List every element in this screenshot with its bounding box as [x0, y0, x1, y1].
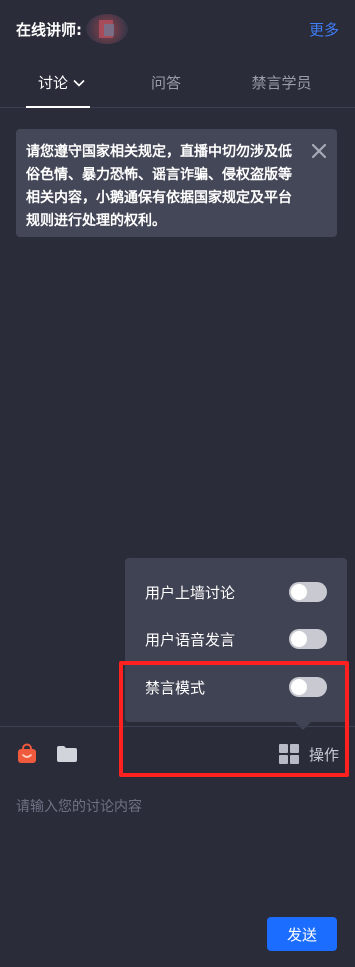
toggle-knob: [291, 584, 307, 600]
voice-speech-toggle[interactable]: [289, 629, 327, 649]
popup-row-mute-mode: 禁言模式: [145, 672, 327, 702]
mute-mode-toggle[interactable]: [289, 677, 327, 697]
more-link[interactable]: 更多: [309, 19, 339, 40]
grid-icon: [278, 744, 299, 764]
shop-bag-icon[interactable]: [16, 743, 38, 765]
popup-row-voice-speech: 用户语音发言: [145, 624, 327, 654]
tab-bar: 讨论 问答 禁言学员: [0, 58, 355, 108]
compliance-notice: 请您遵守国家相关规定，直播中切勿涉及低俗色情、暴力恐怖、谣言诈骗、侵权盗版等相关…: [16, 129, 337, 237]
operations-label: 操作: [308, 745, 339, 764]
tab-muted-students-label: 禁言学员: [251, 74, 312, 92]
wall-discussion-label: 用户上墙讨论: [145, 583, 236, 602]
lecturer-label: 在线讲师:: [16, 20, 82, 39]
toggle-knob: [291, 679, 307, 695]
voice-speech-label: 用户语音发言: [145, 630, 236, 649]
tab-discussion[interactable]: 讨论: [0, 58, 124, 108]
tab-qa[interactable]: 问答: [124, 58, 208, 107]
close-icon[interactable]: [309, 141, 329, 161]
operations-popup: 用户上墙讨论 用户语音发言 禁言模式: [125, 558, 347, 730]
folder-icon[interactable]: [56, 743, 78, 765]
header: 在线讲师: 更多: [0, 0, 355, 58]
discussion-input[interactable]: [16, 796, 338, 896]
notice-text: 请您遵守国家相关规定，直播中切勿涉及低俗色情、暴力恐怖、谣言诈骗、侵权盗版等相关…: [26, 144, 292, 229]
popup-row-wall-discussion: 用户上墙讨论: [145, 577, 327, 607]
tab-muted-students[interactable]: 禁言学员: [208, 58, 355, 107]
wall-discussion-toggle[interactable]: [289, 582, 327, 602]
toggle-knob: [291, 631, 307, 647]
input-toolbar: 操作: [0, 726, 355, 781]
tab-qa-label: 问答: [150, 74, 181, 92]
lecturer-avatar: [86, 14, 128, 44]
chevron-down-icon: [73, 79, 85, 87]
send-button[interactable]: 发送: [267, 917, 337, 951]
mute-mode-label: 禁言模式: [145, 678, 206, 697]
operations-button[interactable]: 操作: [278, 744, 339, 765]
tab-discussion-label: 讨论: [37, 74, 68, 92]
